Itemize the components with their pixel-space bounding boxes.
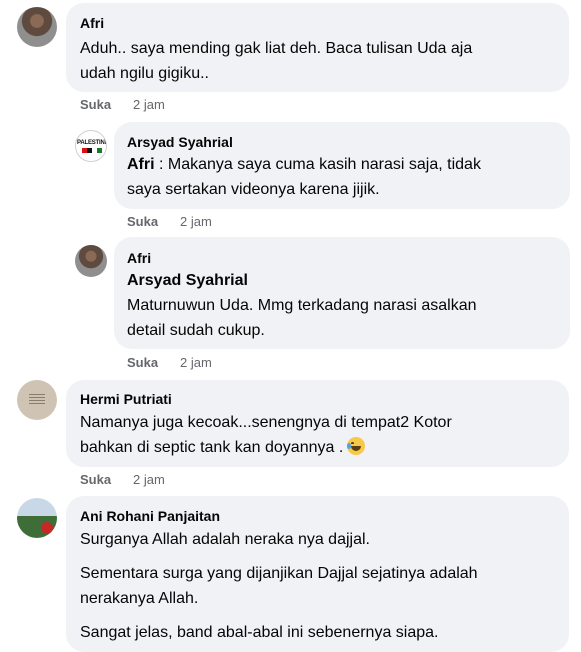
mention-link[interactable]: Arsyad Syahrial [127, 268, 248, 293]
comment-text-line: Aduh.. saya mending gak liat deh. Baca t… [80, 40, 473, 57]
comment-text-line: Surganya Allah adalah neraka nya dajjal. [80, 531, 370, 548]
avatar[interactable]: PALESTINE [75, 130, 107, 162]
comment-author[interactable]: Arsyad Syahrial [127, 134, 233, 150]
tear-icon [347, 443, 352, 449]
timestamp-link[interactable]: 2 jam [133, 97, 165, 112]
comment-text-line: detail sudah cukup. [127, 322, 265, 339]
comment-author[interactable]: Afri [80, 15, 104, 31]
avatar[interactable] [17, 380, 57, 420]
timestamp-link[interactable]: 2 jam [180, 214, 212, 229]
comment-text-line: Afri : Makanya saya cuma kasih narasi sa… [127, 152, 481, 177]
avatar[interactable] [17, 7, 57, 47]
comment-text: : Makanya saya cuma kasih narasi saja, t… [154, 156, 481, 173]
comment-text-line: bahkan di septic tank kan doyannya . [80, 435, 366, 460]
timestamp-link[interactable]: 2 jam [180, 355, 212, 370]
comment-text-line: nerakanya Allah. [80, 590, 199, 607]
comment-author[interactable]: Afri [127, 250, 151, 266]
comment-text-line: Sementara surga yang dijanjikan Dajjal s… [80, 565, 478, 582]
like-button[interactable]: Suka [80, 97, 111, 112]
flag-icon [82, 148, 102, 153]
comment-text-line: udah ngilu gigiku.. [80, 65, 209, 82]
mention-link[interactable]: Afri [127, 156, 155, 173]
like-button[interactable]: Suka [127, 355, 158, 370]
comment-text-line: saya sertakan videonya karena jijik. [127, 181, 380, 198]
avatar[interactable] [75, 245, 107, 277]
avatar-detail [41, 522, 53, 534]
comment-author[interactable]: Ani Rohani Panjaitan [80, 508, 220, 524]
like-button[interactable]: Suka [80, 472, 111, 487]
avatar[interactable] [17, 498, 57, 538]
comment-text-line: Maturnuwun Uda. Mmg terkadang narasi asa… [127, 297, 477, 314]
avatar-pattern [29, 394, 45, 406]
timestamp-link[interactable]: 2 jam [133, 472, 165, 487]
comment-text-line: Namanya juga kecoak...senengnya di tempa… [80, 414, 452, 431]
comment-text-line: Sangat jelas, band abal-abal ini sebener… [80, 624, 439, 641]
comment-text: bahkan di septic tank kan doyannya . [80, 439, 344, 456]
face-with-tears-of-joy-icon [347, 437, 366, 455]
like-button[interactable]: Suka [127, 214, 158, 229]
comment-author[interactable]: Hermi Putriati [80, 391, 172, 407]
avatar-text: PALESTINE [77, 140, 107, 146]
